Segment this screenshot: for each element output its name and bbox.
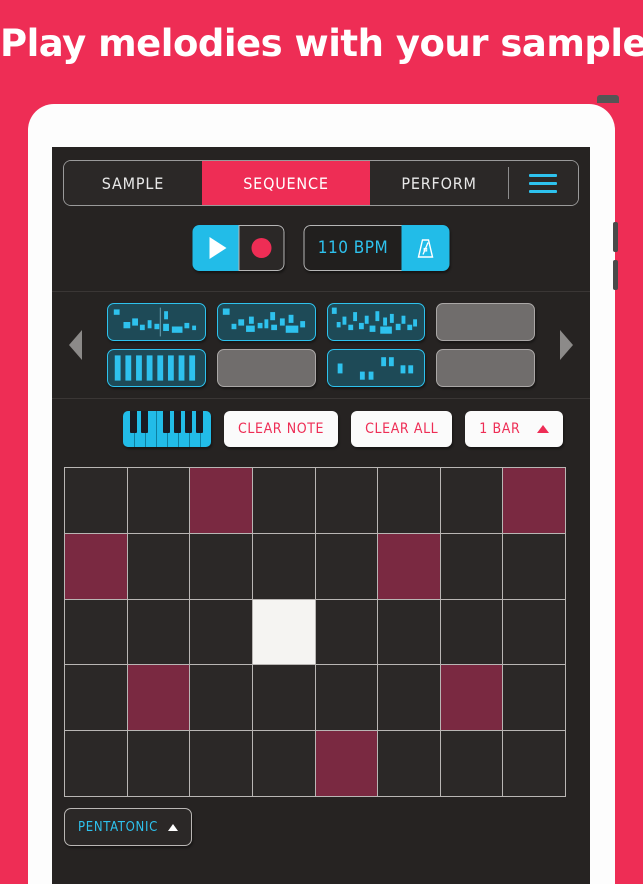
- sequencer-cell-r1-c3[interactable]: [252, 533, 315, 599]
- sequencer-cell-r1-c5[interactable]: [378, 533, 440, 599]
- sequencer-cell-r0-c2[interactable]: [190, 468, 252, 533]
- clear-note-button[interactable]: CLEAR NOTE: [224, 411, 339, 447]
- sample-pad-2[interactable]: [216, 303, 316, 341]
- sample-pad-grid: [99, 303, 543, 387]
- metronome-icon: [417, 239, 434, 258]
- piano-black-key: [174, 411, 181, 434]
- sequencer-cell-r1-c7[interactable]: [503, 533, 565, 599]
- sequencer-cell-r4-c5[interactable]: [378, 731, 440, 796]
- tablet-device-frame: SAMPLE SEQUENCE PERFORM 110 BPM CLEAR NO…: [28, 95, 619, 884]
- sequencer-cell-r2-c5[interactable]: [378, 599, 440, 665]
- sequencer-cell-r3-c3[interactable]: [252, 665, 315, 731]
- piano-black-key: [163, 411, 170, 434]
- sequencer-cell-r3-c1[interactable]: [127, 665, 190, 731]
- sequencer-cell-r4-c3[interactable]: [252, 731, 315, 796]
- volume-down-button[interactable]: [613, 260, 618, 290]
- sequencer-cell-r1-c0[interactable]: [65, 533, 127, 599]
- caret-up-icon: [537, 425, 550, 433]
- hamburger-menu-icon: [529, 169, 557, 198]
- playback-group: [192, 225, 285, 271]
- sequencer-cell-r4-c2[interactable]: [190, 731, 252, 796]
- tabbar-region: SAMPLE SEQUENCE PERFORM: [52, 147, 590, 217]
- bar-length-label: 1 BAR: [479, 421, 521, 437]
- power-button[interactable]: [597, 95, 619, 103]
- transport-controls: 110 BPM: [192, 225, 450, 271]
- sequencer-cell-r4-c0[interactable]: [65, 731, 127, 796]
- sequencer-cell-r2-c4[interactable]: [315, 599, 378, 665]
- sequencer-cell-r0-c1[interactable]: [127, 468, 190, 533]
- bpm-display[interactable]: 110 BPM: [303, 225, 402, 271]
- sequencer-cell-r1-c6[interactable]: [440, 533, 503, 599]
- record-button[interactable]: [238, 225, 285, 271]
- chevron-left-icon: [69, 330, 82, 360]
- transport-region: 110 BPM: [52, 217, 590, 292]
- piano-key-divider: [156, 411, 157, 447]
- pads-next-button[interactable]: [543, 330, 590, 360]
- sequencer-cell-r2-c0[interactable]: [65, 599, 127, 665]
- piano-black-key: [196, 411, 203, 434]
- sample-pad-3[interactable]: [326, 303, 426, 341]
- volume-up-button[interactable]: [613, 222, 618, 252]
- tools-region: CLEAR NOTE CLEAR ALL 1 BAR: [52, 399, 590, 459]
- scale-selector-button[interactable]: PENTATONIC: [64, 808, 193, 846]
- sequencer-cell-r2-c1[interactable]: [127, 599, 190, 665]
- sequencer-cell-r1-c4[interactable]: [315, 533, 378, 599]
- sequencer-cell-r3-c7[interactable]: [503, 665, 565, 731]
- sequencer-cell-r3-c0[interactable]: [65, 665, 127, 731]
- sequencer-cell-r0-c6[interactable]: [440, 468, 503, 533]
- piano-black-key: [141, 411, 148, 434]
- app-screen: SAMPLE SEQUENCE PERFORM 110 BPM CLEAR NO…: [52, 147, 590, 884]
- sequencer-cell-r2-c6[interactable]: [440, 599, 503, 665]
- sample-pad-8[interactable]: [436, 349, 535, 387]
- sequencer-cell-r0-c0[interactable]: [65, 468, 127, 533]
- menu-button[interactable]: [508, 161, 578, 205]
- clear-all-button[interactable]: CLEAR ALL: [351, 411, 453, 447]
- record-icon: [251, 238, 272, 258]
- sequencer-cell-r0-c5[interactable]: [378, 468, 440, 533]
- sequencer-cell-r2-c7[interactable]: [503, 599, 565, 665]
- sequencer-grid: [64, 467, 566, 797]
- metronome-button[interactable]: [401, 225, 450, 271]
- tempo-group: 110 BPM: [303, 225, 450, 271]
- pads-prev-button[interactable]: [52, 330, 99, 360]
- piano-keyboard-button[interactable]: [123, 411, 211, 447]
- sequencer-cell-r2-c3[interactable]: [252, 599, 315, 665]
- sample-pad-7[interactable]: [326, 349, 426, 387]
- bar-length-button[interactable]: 1 BAR: [465, 411, 564, 447]
- page-headline: Play melodies with your samples: [0, 22, 643, 65]
- tabbar: SAMPLE SEQUENCE PERFORM: [63, 160, 579, 206]
- sequencer-cell-r3-c4[interactable]: [315, 665, 378, 731]
- tab-sequence[interactable]: SEQUENCE: [201, 161, 371, 205]
- sample-pad-4[interactable]: [436, 303, 535, 341]
- sequencer-cell-r3-c5[interactable]: [378, 665, 440, 731]
- scale-label: PENTATONIC: [78, 819, 159, 835]
- play-button[interactable]: [192, 225, 239, 271]
- sequencer-cell-r0-c3[interactable]: [252, 468, 315, 533]
- play-icon: [209, 237, 226, 259]
- sequencer-cell-r1-c2[interactable]: [190, 533, 252, 599]
- sequencer-cell-r4-c4[interactable]: [315, 731, 378, 796]
- sequencer-cell-r3-c6[interactable]: [440, 665, 503, 731]
- tab-sample[interactable]: SAMPLE: [64, 161, 202, 205]
- piano-black-key: [130, 411, 137, 434]
- chevron-right-icon: [560, 330, 573, 360]
- piano-black-key: [185, 411, 192, 434]
- caret-up-icon: [168, 823, 179, 831]
- sequencer-cell-r3-c2[interactable]: [190, 665, 252, 731]
- sequencer-cell-r0-c7[interactable]: [503, 468, 565, 533]
- scale-region: PENTATONIC: [52, 797, 590, 857]
- sequencer-cell-r4-c7[interactable]: [503, 731, 565, 796]
- sample-pad-5[interactable]: [107, 349, 206, 387]
- tab-perform[interactable]: PERFORM: [370, 161, 508, 205]
- sequencer-cell-r2-c2[interactable]: [190, 599, 252, 665]
- sample-pad-1[interactable]: [107, 303, 206, 341]
- sequencer-cell-r4-c1[interactable]: [127, 731, 190, 796]
- sequencer-cell-r0-c4[interactable]: [315, 468, 378, 533]
- sequencer-cell-r1-c1[interactable]: [127, 533, 190, 599]
- sequencer-region: [52, 459, 590, 797]
- sample-pads-region: [52, 292, 590, 399]
- sequencer-cell-r4-c6[interactable]: [440, 731, 503, 796]
- sample-pad-6[interactable]: [216, 349, 316, 387]
